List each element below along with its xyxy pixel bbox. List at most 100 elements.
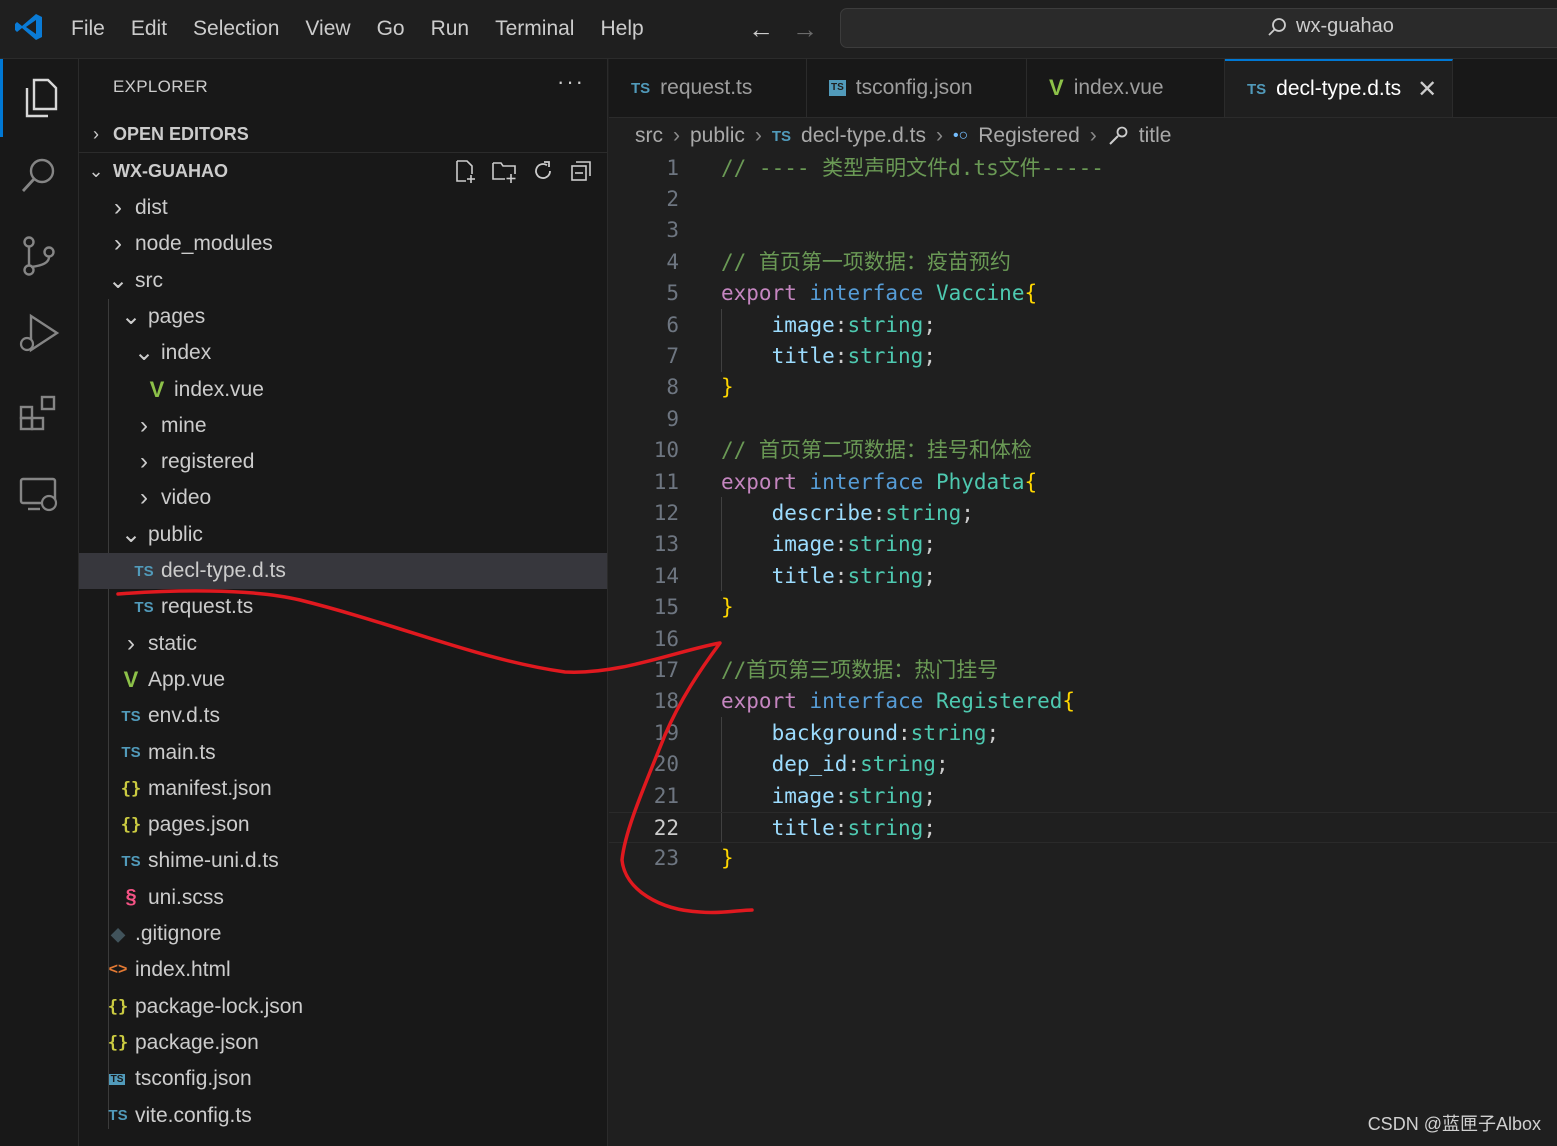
tree-item[interactable]: V App.vue — [79, 662, 607, 698]
code-text: image:string; — [721, 310, 936, 341]
code-token: interface — [809, 281, 924, 306]
run-debug-activity[interactable] — [0, 295, 78, 373]
tree-item[interactable]: › video — [79, 480, 607, 516]
tree-item[interactable]: ⌄ pages — [79, 299, 607, 335]
code-token: } — [721, 846, 734, 871]
code-token: : — [834, 532, 848, 557]
explorer-activity[interactable] — [0, 59, 78, 137]
breadcrumb-item[interactable]: Registered — [978, 124, 1080, 148]
code-token: ; — [961, 500, 974, 525]
tree-item[interactable]: ⌄ src — [79, 263, 607, 299]
tab-index-vue[interactable]: V index.vue — [1027, 59, 1225, 117]
code-editor[interactable]: 1// ---- 类型声明文件d.ts文件----- 2 3 4// 首页第一项数据：… — [609, 152, 1557, 1146]
collapse-all-icon[interactable] — [569, 159, 593, 183]
menu-file[interactable]: File — [58, 17, 118, 41]
menu-bar: File Edit Selection View Go Run Terminal… — [58, 0, 657, 58]
html-file-icon: <> — [108, 961, 128, 979]
chevron-right-icon: › — [754, 124, 762, 147]
code-token: string — [847, 815, 924, 840]
tree-item[interactable]: › mine — [79, 408, 607, 444]
code-token: : — [834, 815, 848, 840]
project-section[interactable]: ⌄ WX-GUAHAO — [79, 153, 607, 189]
more-actions-icon[interactable]: ··· — [557, 69, 585, 95]
tree-item[interactable]: {} package.json — [79, 1025, 607, 1061]
breadcrumb-item[interactable]: src — [635, 124, 663, 148]
back-arrow-icon[interactable]: ← — [748, 14, 774, 45]
tree-item[interactable]: › dist — [79, 190, 607, 226]
tree-item[interactable]: TS env.d.ts — [79, 698, 607, 734]
typescript-icon: TS — [771, 127, 792, 145]
tree-item[interactable]: ◆ .gitignore — [79, 916, 607, 952]
menu-edit[interactable]: Edit — [118, 17, 180, 41]
title-bar: File Edit Selection View Go Run Terminal… — [0, 0, 1557, 59]
tree-item[interactable]: {} manifest.json — [79, 771, 607, 807]
tree-item[interactable]: TS request.ts — [79, 589, 607, 625]
tree-item[interactable]: ⌄ public — [79, 517, 607, 553]
tree-item[interactable]: TS decl-type.d.ts — [79, 553, 607, 589]
tree-item[interactable]: TS main.ts — [79, 735, 607, 771]
new-folder-icon[interactable] — [491, 159, 517, 183]
code-token: image — [771, 312, 835, 337]
menu-view[interactable]: View — [292, 17, 363, 41]
open-editors-label: OPEN EDITORS — [113, 123, 249, 144]
menu-help[interactable]: Help — [587, 17, 656, 41]
menu-selection[interactable]: Selection — [180, 17, 292, 41]
project-actions — [453, 159, 593, 183]
menu-run[interactable]: Run — [418, 17, 483, 41]
command-center-search[interactable]: wx-guahao — [840, 8, 1557, 48]
code-text: } — [721, 843, 734, 874]
source-control-activity[interactable] — [0, 217, 78, 295]
tree-item[interactable]: TS vite.config.ts — [79, 1098, 607, 1134]
tab-tsconfig-json[interactable]: TS tsconfig.json — [807, 59, 1027, 117]
git-file-icon: ◆ — [111, 923, 125, 944]
search-text: wx-guahao — [1296, 15, 1394, 37]
chevron-right-icon: › — [114, 230, 122, 258]
tree-item[interactable]: {} package-lock.json — [79, 989, 607, 1025]
line-number: 2 — [666, 186, 679, 211]
json-file-icon: {} — [107, 996, 129, 1017]
tree-item[interactable]: TS tsconfig.json — [79, 1061, 607, 1097]
line-number: 4 — [666, 249, 679, 274]
tree-item[interactable]: § uni.scss — [79, 880, 607, 916]
tree-item[interactable]: Vindex.vue — [79, 372, 607, 408]
tree-item[interactable]: › node_modules — [79, 226, 607, 262]
chevron-right-icon: › — [114, 194, 122, 221]
forward-arrow-icon[interactable]: → — [792, 14, 818, 45]
remote-explorer-activity[interactable] — [0, 455, 78, 533]
open-editors-section[interactable]: › OPEN EDITORS — [79, 116, 607, 152]
breadcrumb-item[interactable]: decl-type.d.ts — [801, 124, 926, 148]
tree-item-label: env.d.ts — [148, 704, 220, 728]
tsconfig-icon: TS — [829, 80, 846, 96]
tree-item[interactable]: {} pages.json — [79, 807, 607, 843]
breadcrumb-item[interactable]: title — [1139, 124, 1172, 148]
code-text: // ---- 类型声明文件d.ts文件----- — [721, 153, 1104, 184]
chevron-right-icon: › — [673, 124, 680, 147]
new-file-icon[interactable] — [453, 159, 477, 183]
tree-item[interactable]: › static — [79, 626, 607, 662]
tree-item[interactable]: <> index.html — [79, 952, 607, 988]
tab-decl-type-d-ts[interactable]: TS decl-type.d.ts ✕ — [1225, 59, 1453, 117]
code-line: 19 background:string; — [609, 718, 1557, 749]
tree-item-label: index.vue — [174, 377, 264, 401]
tree-item[interactable]: › registered — [79, 444, 607, 480]
chevron-right-icon: › — [127, 629, 135, 657]
tree-item[interactable]: ⌄ index — [79, 335, 607, 371]
breadcrumb-item[interactable]: public — [690, 124, 745, 148]
menu-go[interactable]: Go — [364, 17, 418, 41]
extensions-activity[interactable] — [0, 375, 78, 453]
code-token: describe — [771, 500, 873, 525]
menu-terminal[interactable]: Terminal — [482, 17, 587, 41]
line-number: 22 — [653, 815, 679, 840]
tree-item-label: index — [161, 341, 212, 365]
refresh-icon[interactable] — [531, 159, 555, 183]
breadcrumb: src › public › TS decl-type.d.ts › •○ Re… — [635, 118, 1171, 154]
close-icon[interactable]: ✕ — [1417, 75, 1437, 104]
search-icon — [21, 158, 55, 192]
tree-item[interactable]: TS shime-uni.d.ts — [79, 843, 607, 879]
search-activity[interactable] — [0, 137, 78, 215]
tab-request-ts[interactable]: TS request.ts — [609, 59, 807, 117]
vscode-logo-icon — [15, 14, 42, 40]
tree-item-label: .gitignore — [135, 922, 222, 945]
